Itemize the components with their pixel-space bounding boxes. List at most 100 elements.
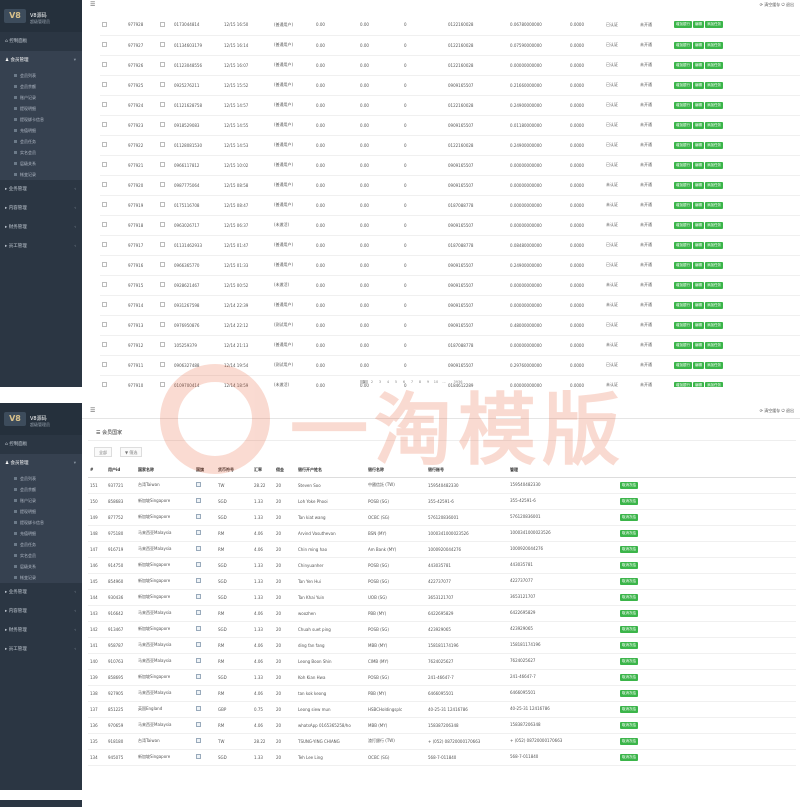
- edit-button[interactable]: 编辑: [693, 41, 704, 49]
- add-task-button[interactable]: 添加任务: [705, 321, 723, 329]
- row-checkbox[interactable]: [102, 302, 107, 307]
- clear-cache-link[interactable]: 清空缓存: [764, 408, 780, 413]
- sidebar-item-dashboard[interactable]: ⌂ 控制面板: [0, 435, 82, 454]
- page-link-11[interactable]: ...: [440, 380, 448, 384]
- row-checkbox[interactable]: [102, 382, 107, 387]
- add-task-button[interactable]: 添加任务: [705, 61, 723, 69]
- row-checkbox[interactable]: [102, 342, 107, 347]
- secondary-checkbox[interactable]: [160, 302, 165, 307]
- unfreeze-button[interactable]: 取消冻结: [620, 529, 638, 537]
- edit-button[interactable]: 编辑: [693, 321, 704, 329]
- unfreeze-button[interactable]: 取消冻结: [620, 689, 638, 697]
- unfreeze-button[interactable]: 取消冻结: [620, 561, 638, 569]
- add-bank-button[interactable]: 增加银行: [674, 361, 692, 369]
- row-checkbox[interactable]: [102, 162, 107, 167]
- row-checkbox[interactable]: [102, 42, 107, 47]
- edit-button[interactable]: 编辑: [693, 21, 704, 29]
- add-bank-button[interactable]: 增加银行: [674, 381, 692, 387]
- filter-button[interactable]: ▼ 筛选: [120, 447, 143, 457]
- sidebar-item-bank-card[interactable]: 提现绑卡信息: [0, 114, 82, 125]
- sidebar-item-withdraw[interactable]: 提现明细: [0, 506, 82, 517]
- secondary-checkbox[interactable]: [160, 142, 165, 147]
- secondary-checkbox[interactable]: [160, 222, 165, 227]
- sidebar-item-withdraw[interactable]: 提现明细: [0, 103, 82, 114]
- sidebar-item-member-balance[interactable]: 会员余额: [0, 81, 82, 92]
- secondary-checkbox[interactable]: [160, 182, 165, 187]
- sidebar-item-business[interactable]: ▸ 业务管理 ‹: [0, 583, 82, 602]
- row-checkbox[interactable]: [102, 282, 107, 287]
- unfreeze-button[interactable]: 取消冻结: [620, 513, 638, 521]
- page-link-6[interactable]: 6: [400, 380, 408, 384]
- unfreeze-button[interactable]: 取消冻结: [620, 737, 638, 745]
- add-bank-button[interactable]: 增加银行: [674, 101, 692, 109]
- sidebar-item-finance[interactable]: ▸ 财务管理 ‹: [0, 621, 82, 640]
- row-checkbox[interactable]: [102, 122, 107, 127]
- menu-toggle-icon[interactable]: ☰: [90, 407, 95, 414]
- menu-toggle-icon[interactable]: ☰: [90, 1, 95, 8]
- row-checkbox[interactable]: [102, 142, 107, 147]
- add-task-button[interactable]: 添加任务: [705, 221, 723, 229]
- edit-button[interactable]: 编辑: [693, 61, 704, 69]
- page-link-4[interactable]: 4: [384, 380, 392, 384]
- unfreeze-button[interactable]: 取消冻结: [620, 705, 638, 713]
- unfreeze-button[interactable]: 取消冻结: [620, 673, 638, 681]
- sidebar-item-content[interactable]: ▸ 内容管理 ‹: [0, 602, 82, 621]
- page-link-10[interactable]: 10: [432, 380, 440, 384]
- add-task-button[interactable]: 添加任务: [705, 281, 723, 289]
- sidebar-item-member-list[interactable]: 会员列表: [0, 473, 82, 484]
- sidebar-item-dashboard[interactable]: ⌂ 控制面板: [0, 32, 82, 51]
- sidebar-item-member-balance[interactable]: 会员余额: [0, 484, 82, 495]
- clear-cache-link[interactable]: 清空缓存: [764, 2, 780, 7]
- sidebar-item-changes[interactable]: 帐变记录: [0, 169, 82, 180]
- sidebar-item-bank-card[interactable]: 提现绑卡信息: [0, 517, 82, 528]
- sidebar-item-staff[interactable]: ▸ 员工管理 ‹: [0, 237, 82, 256]
- add-bank-button[interactable]: 增加银行: [674, 141, 692, 149]
- edit-button[interactable]: 编辑: [693, 201, 704, 209]
- user-role[interactable]: 超级管理员: [30, 422, 50, 428]
- secondary-checkbox[interactable]: [160, 62, 165, 67]
- page-link-12[interactable]: 3936: [448, 380, 468, 384]
- unfreeze-button[interactable]: 取消冻结: [620, 545, 638, 553]
- add-task-button[interactable]: 添加任务: [705, 101, 723, 109]
- add-task-button[interactable]: 添加任务: [705, 241, 723, 249]
- add-task-button[interactable]: 添加任务: [705, 181, 723, 189]
- edit-button[interactable]: 编辑: [693, 341, 704, 349]
- sidebar-item-recharge[interactable]: 充值明细: [0, 528, 82, 539]
- sidebar-item-verified[interactable]: 实名会员: [0, 550, 82, 561]
- add-task-button[interactable]: 添加任务: [705, 21, 723, 29]
- sidebar-item-account-log[interactable]: 账户记录: [0, 92, 82, 103]
- secondary-checkbox[interactable]: [160, 262, 165, 267]
- add-bank-button[interactable]: 增加银行: [674, 201, 692, 209]
- unfreeze-button[interactable]: 取消冻结: [620, 721, 638, 729]
- add-bank-button[interactable]: 增加银行: [674, 21, 692, 29]
- row-checkbox[interactable]: [102, 182, 107, 187]
- secondary-checkbox[interactable]: [160, 342, 165, 347]
- unfreeze-button[interactable]: 取消冻结: [620, 625, 638, 633]
- sidebar-item-recharge[interactable]: 充值明细: [0, 125, 82, 136]
- secondary-checkbox[interactable]: [160, 362, 165, 367]
- edit-button[interactable]: 编辑: [693, 101, 704, 109]
- edit-button[interactable]: 编辑: [693, 261, 704, 269]
- all-button[interactable]: 全部: [94, 447, 112, 457]
- secondary-checkbox[interactable]: [160, 102, 165, 107]
- unfreeze-button[interactable]: 取消冻结: [620, 641, 638, 649]
- sidebar-item-business[interactable]: ▸ 业务管理 ‹: [0, 180, 82, 199]
- edit-button[interactable]: 编辑: [693, 301, 704, 309]
- unfreeze-button[interactable]: 取消冻结: [620, 577, 638, 585]
- add-task-button[interactable]: 添加任务: [705, 341, 723, 349]
- add-bank-button[interactable]: 增加银行: [674, 121, 692, 129]
- row-checkbox[interactable]: [102, 82, 107, 87]
- sidebar-item-finance[interactable]: ▸ 财务管理 ‹: [0, 218, 82, 237]
- add-task-button[interactable]: 添加任务: [705, 361, 723, 369]
- add-bank-button[interactable]: 增加银行: [674, 241, 692, 249]
- edit-button[interactable]: 编辑: [693, 221, 704, 229]
- add-task-button[interactable]: 添加任务: [705, 121, 723, 129]
- sidebar-item-members[interactable]: ♟ 会员管理 ▾: [0, 51, 82, 70]
- row-checkbox[interactable]: [102, 62, 107, 67]
- add-task-button[interactable]: 添加任务: [705, 141, 723, 149]
- sidebar-item-members[interactable]: ♟ 会员管理 ▾: [0, 454, 82, 473]
- logout-link[interactable]: 退出: [786, 408, 794, 413]
- sidebar-item-hierarchy[interactable]: 层级关系: [0, 561, 82, 572]
- unfreeze-button[interactable]: 取消冻结: [620, 657, 638, 665]
- row-checkbox[interactable]: [102, 21, 107, 27]
